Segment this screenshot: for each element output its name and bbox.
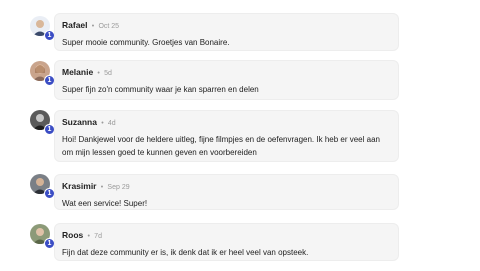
comment-text: Hoi! Dankjewel voor de heldere uitleg, f… bbox=[62, 135, 380, 157]
comment-bubble: Melanie • 5d Super fijn zo'n community w… bbox=[54, 60, 399, 100]
meta-separator: • bbox=[91, 23, 95, 30]
meta-separator: • bbox=[97, 70, 100, 77]
comment-meta: Melanie • 5d bbox=[62, 66, 390, 80]
comment-meta: Suzanna • 4d bbox=[62, 116, 390, 130]
comment-meta: Krasimir • Sep 29 bbox=[62, 180, 390, 194]
author-name[interactable]: Suzanna bbox=[62, 117, 97, 127]
comment-text: Super fijn zo'n community waar je kan sp… bbox=[62, 85, 259, 94]
comment-timestamp[interactable]: Oct 25 bbox=[98, 23, 119, 30]
avatar[interactable]: 1 bbox=[30, 16, 55, 41]
meta-separator: • bbox=[100, 184, 104, 191]
comment-bubble: Rafael • Oct 25 Super mooie community. G… bbox=[54, 13, 399, 51]
comment-text: Super mooie community. Groetjes van Bona… bbox=[62, 38, 230, 47]
meta-separator: • bbox=[87, 233, 90, 240]
avatar[interactable]: 1 bbox=[30, 224, 55, 249]
comment-timestamp[interactable]: 5d bbox=[104, 70, 112, 77]
avatar[interactable]: 1 bbox=[30, 174, 55, 199]
comment-timestamp[interactable]: 7d bbox=[94, 233, 102, 240]
author-name[interactable]: Krasimir bbox=[62, 181, 97, 191]
comment-bubble: Suzanna • 4d Hoi! Dankjewel voor de held… bbox=[54, 110, 399, 162]
avatar[interactable]: 1 bbox=[30, 110, 55, 135]
avatar[interactable]: 1 bbox=[30, 61, 55, 86]
author-name[interactable]: Roos bbox=[62, 230, 83, 240]
comment-text: Fijn dat deze community er is, ik denk d… bbox=[62, 248, 309, 257]
comment-bubble: Roos • 7d Fijn dat deze community er is,… bbox=[54, 223, 399, 261]
author-name[interactable]: Melanie bbox=[62, 67, 93, 77]
comment-timestamp[interactable]: 4d bbox=[108, 120, 116, 127]
author-name[interactable]: Rafael bbox=[62, 20, 88, 30]
meta-separator: • bbox=[101, 120, 104, 127]
comment-bubble: Krasimir • Sep 29 Wat een service! Super… bbox=[54, 174, 399, 210]
comment-meta: Roos • 7d bbox=[62, 229, 390, 243]
comment-timestamp[interactable]: Sep 29 bbox=[107, 184, 129, 191]
comment-meta: Rafael • Oct 25 bbox=[62, 19, 390, 33]
comment-text: Wat een service! Super! bbox=[62, 199, 148, 208]
